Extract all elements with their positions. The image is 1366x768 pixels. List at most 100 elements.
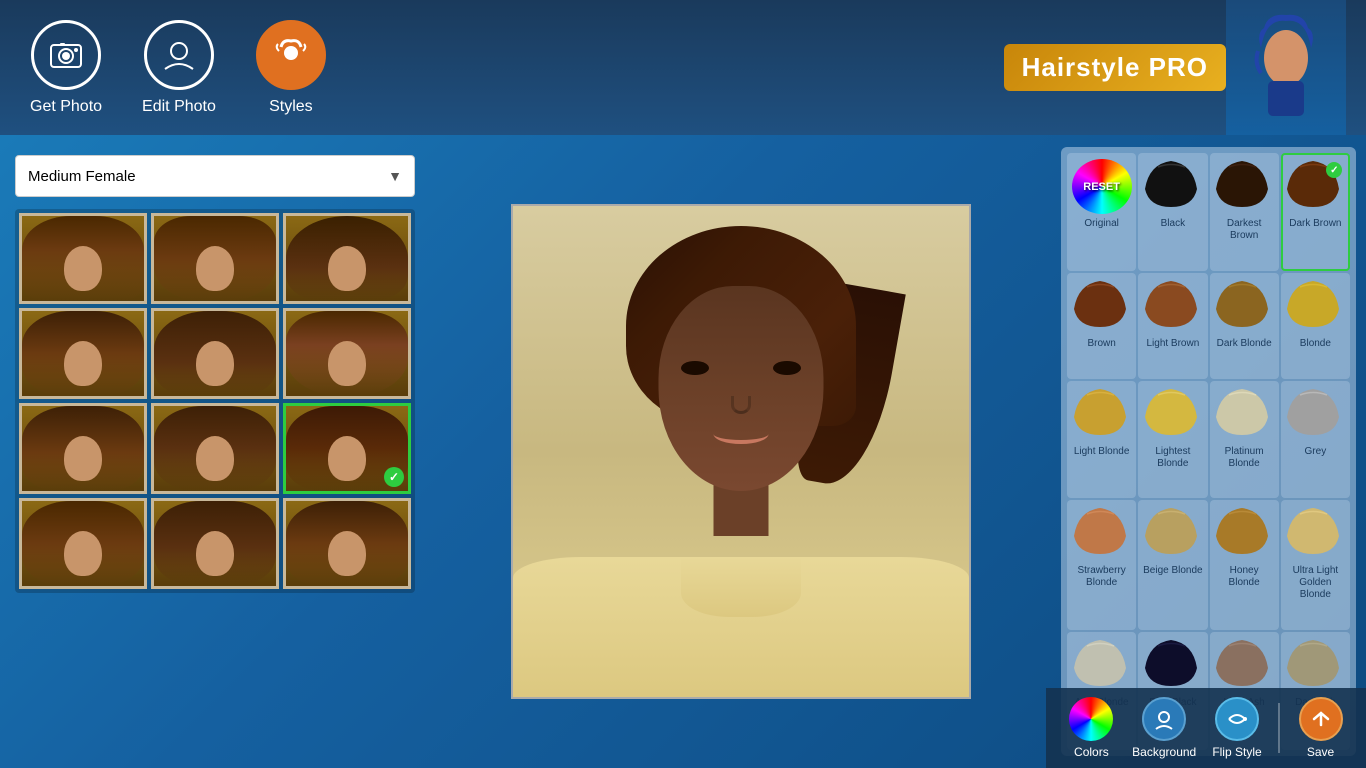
color-label-strawberry-blonde: Strawberry Blonde [1071,565,1132,589]
bottom-divider [1278,703,1280,753]
bottom-action-bar: Colors Background Flip Style [1046,688,1366,768]
color-item-lightest-blonde[interactable]: Lightest Blonde [1138,381,1207,499]
style-category-label: Medium Female [28,168,136,185]
style-item-55[interactable]: 55 [19,213,147,304]
flip-style-icon [1215,697,1259,741]
dark-blonde-swatch [1214,279,1274,334]
color-item-light-blonde[interactable]: Light Blonde [1067,381,1136,499]
grey-swatch [1285,387,1345,442]
darkest-brown-swatch [1214,159,1274,214]
color-label-brown: Brown [1087,338,1115,350]
style-item-63[interactable]: ✓ [283,403,411,494]
dropdown-arrow-icon: ▼ [388,168,402,184]
light-blonde-swatch [1072,387,1132,442]
flip-style-label: Flip Style [1212,745,1261,759]
color-item-reset[interactable]: RESET Original [1067,153,1136,271]
dark-brown-swatch: ✓ [1285,159,1345,214]
color-label-blonde: Blonde [1300,338,1331,350]
style-panel: Medium Female ▼ 55 56 57 [0,135,430,768]
style-item-60[interactable]: 60 [283,308,411,399]
edit-photo-label: Edit Photo [142,98,216,116]
color-label-dark-blonde: Dark Blonde [1217,338,1272,350]
save-action[interactable]: Save [1291,697,1351,759]
brand-title: Hairstyle PRO [1004,44,1226,91]
colors-action[interactable]: Colors [1061,697,1121,759]
save-label: Save [1307,745,1334,759]
color-item-black[interactable]: Black [1138,153,1207,271]
styles-label: Styles [269,98,313,116]
strawberry-blonde-swatch [1072,506,1132,561]
color-item-honey-blonde[interactable]: Honey Blonde [1210,500,1279,630]
artic-blonde-swatch [1072,638,1132,693]
style-category-dropdown[interactable]: Medium Female ▼ [15,155,415,197]
brown-swatch [1072,279,1132,334]
color-item-grey[interactable]: Grey [1281,381,1350,499]
ultra-light-golden-blonde-swatch [1285,506,1345,561]
style-item-58[interactable]: 58 [19,308,147,399]
honey-blonde-swatch [1214,506,1274,561]
color-label-black: Black [1161,218,1185,230]
color-label-light-brown: Light Brown [1146,338,1199,350]
blue-black-swatch [1143,638,1203,693]
color-item-blonde[interactable]: Blonde [1281,273,1350,379]
color-item-dark-brown[interactable]: ✓ Dark Brown [1281,153,1350,271]
color-label-ultra-light-golden-blonde: Ultra Light Golden Blonde [1285,565,1346,601]
dark-ash-blonde-swatch [1285,638,1345,693]
color-label-light-blonde: Light Blonde [1074,446,1130,458]
nav-edit-photo[interactable]: Edit Photo [142,20,216,116]
color-panel: RESET Original Black Darkest Brown [1051,135,1366,768]
platinum-blonde-swatch [1214,387,1274,442]
style-item-66[interactable]: 66 [283,498,411,589]
style-item-62[interactable]: 62 [151,403,279,494]
styles-icon [256,20,326,90]
color-item-strawberry-blonde[interactable]: Strawberry Blonde [1067,500,1136,630]
style-selected-check: ✓ [384,467,404,487]
save-icon [1299,697,1343,741]
get-photo-icon [31,20,101,90]
style-grid: 55 56 57 [15,209,415,593]
edit-photo-icon [144,20,214,90]
brand-logo: Hairstyle PRO [1004,0,1366,135]
colors-icon [1069,697,1113,741]
beige-blonde-swatch [1143,506,1203,561]
color-item-ultra-light-golden-blonde[interactable]: Ultra Light Golden Blonde [1281,500,1350,630]
background-action[interactable]: Background [1132,697,1196,759]
color-label-platinum-blonde: Platinum Blonde [1214,446,1275,470]
style-item-61[interactable]: 61 [19,403,147,494]
color-grid: RESET Original Black Darkest Brown [1061,147,1356,756]
color-item-platinum-blonde[interactable]: Platinum Blonde [1210,381,1279,499]
color-label-darkest-brown: Darkest Brown [1214,218,1275,242]
color-item-dark-blonde[interactable]: Dark Blonde [1210,273,1279,379]
color-label-dark-brown: Dark Brown [1289,218,1341,230]
style-item-59[interactable]: 59 [151,308,279,399]
style-item-65[interactable]: 65 [151,498,279,589]
preview-panel [430,135,1051,768]
nav-get-photo[interactable]: Get Photo [30,20,102,116]
background-icon [1142,697,1186,741]
black-swatch [1143,159,1203,214]
reset-swatch: RESET [1072,159,1132,214]
nav-styles[interactable]: Styles [256,20,326,116]
color-label-honey-blonde: Honey Blonde [1214,565,1275,589]
light-brown-swatch [1143,279,1203,334]
color-item-light-brown[interactable]: Light Brown [1138,273,1207,379]
style-item-57[interactable]: 57 [283,213,411,304]
lightest-blonde-swatch [1143,387,1203,442]
color-item-beige-blonde[interactable]: Beige Blonde [1138,500,1207,630]
color-item-darkest-brown[interactable]: Darkest Brown [1210,153,1279,271]
color-label-lightest-blonde: Lightest Blonde [1142,446,1203,470]
color-label-original: Original [1084,218,1118,230]
color-label-grey: Grey [1305,446,1327,458]
blonde-swatch [1285,279,1345,334]
main-content: Medium Female ▼ 55 56 57 [0,135,1366,768]
get-photo-label: Get Photo [30,98,102,116]
light-ash-brown-swatch [1214,638,1274,693]
flip-style-action[interactable]: Flip Style [1207,697,1267,759]
style-item-56[interactable]: 56 [151,213,279,304]
top-navigation: Get Photo Edit Photo Styles Hairstyle PR… [0,0,1366,135]
color-item-brown[interactable]: Brown [1067,273,1136,379]
photo-frame [511,204,971,699]
background-label: Background [1132,745,1196,759]
color-label-beige-blonde: Beige Blonde [1143,565,1203,577]
style-item-64[interactable]: 64 [19,498,147,589]
